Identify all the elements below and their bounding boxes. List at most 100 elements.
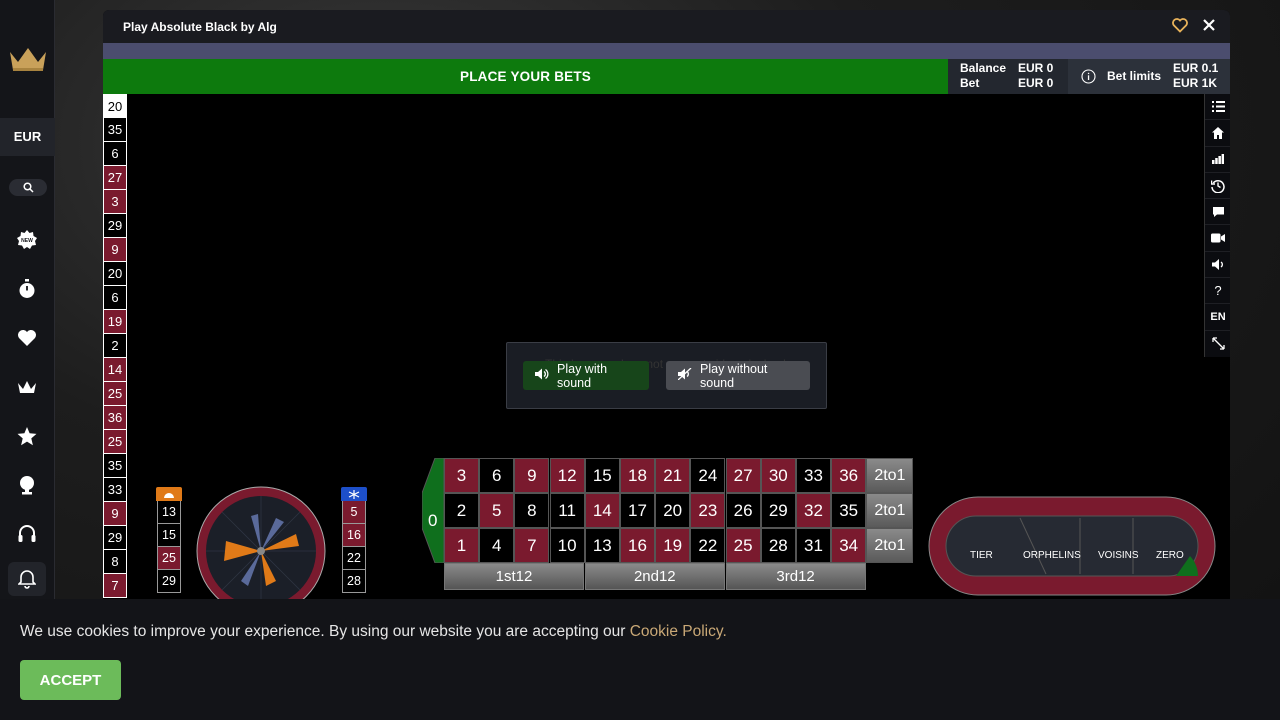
play-without-sound-label: Play without sound	[700, 361, 768, 390]
dozen-bet[interactable]: 2nd12	[584, 563, 725, 590]
number-cell[interactable]: 27	[725, 458, 761, 493]
dozen-bet[interactable]: 3rd12	[725, 563, 866, 590]
wheel-statistics	[196, 486, 326, 600]
cookie-message: We use cookies to improve your experienc…	[20, 623, 630, 640]
number-cell[interactable]: 30	[760, 458, 796, 493]
number-cell[interactable]: 26	[725, 493, 761, 528]
home-icon[interactable]	[1205, 120, 1230, 147]
cold-numbers: 5 16 22 28	[341, 487, 367, 600]
accept-cookies-button[interactable]: ACCEPT	[20, 660, 121, 700]
history-result: 27	[103, 166, 127, 190]
number-cell[interactable]: 11	[549, 493, 585, 528]
column-bet-2to1[interactable]: 2to1	[866, 528, 914, 563]
number-cell[interactable]: 8	[514, 493, 550, 528]
crown-logo-icon[interactable]	[8, 44, 48, 74]
history-result: 35	[103, 454, 127, 478]
history-result: 9	[103, 502, 127, 526]
number-cell[interactable]: 28	[760, 528, 796, 563]
column-bet-2to1[interactable]: 2to1	[866, 458, 914, 493]
history-result: 9	[103, 238, 127, 262]
racetrack[interactable]: TIER ORPHELINS VOISINS ZERO	[928, 496, 1216, 596]
game-window: Play Absolute Black by Alg PLACE YOUR BE…	[103, 10, 1230, 600]
info-icon[interactable]	[1081, 69, 1096, 87]
timer-icon[interactable]	[15, 277, 39, 301]
number-cell[interactable]: 25	[725, 528, 761, 563]
number-cell[interactable]: 29	[760, 493, 796, 528]
number-cell[interactable]: 33	[796, 458, 831, 493]
number-cell[interactable]: 3	[444, 458, 479, 493]
number-cell[interactable]: 5	[479, 493, 515, 528]
racetrack-voisins[interactable]: VOISINS	[1098, 550, 1139, 561]
number-cell[interactable]: 23	[690, 493, 726, 528]
number-cell[interactable]: 17	[620, 493, 655, 528]
number-cell[interactable]: 1	[444, 528, 479, 563]
number-cell[interactable]: 10	[549, 528, 585, 563]
play-with-sound-label: Play with sound	[557, 361, 608, 390]
racetrack-tier[interactable]: TIER	[970, 550, 993, 561]
number-cell[interactable]: 31	[796, 528, 831, 563]
new-badge-icon[interactable]: NEW	[15, 228, 39, 252]
bell-icon[interactable]	[8, 562, 46, 596]
number-cell[interactable]: 36	[831, 458, 867, 493]
headset-icon[interactable]	[15, 522, 39, 546]
currency-selector[interactable]: EUR	[0, 118, 55, 156]
number-cell[interactable]: 13	[584, 528, 620, 563]
number-cell[interactable]: 35	[831, 493, 867, 528]
racetrack-zero[interactable]: ZERO	[1156, 550, 1184, 561]
favorite-heart-icon[interactable]	[1172, 18, 1188, 36]
play-with-sound-button[interactable]: Play with sound	[523, 361, 649, 390]
crown-icon[interactable]	[15, 375, 39, 399]
column-bet-2to1[interactable]: 2to1	[866, 493, 914, 528]
history-result: 33	[103, 478, 127, 502]
number-cell[interactable]: 7	[514, 528, 550, 563]
number-cell[interactable]: 6	[479, 458, 515, 493]
number-cell[interactable]: 2	[444, 493, 479, 528]
racetrack-orphelins[interactable]: ORPHELINS	[1023, 550, 1081, 561]
dozen-bet[interactable]: 1st12	[444, 563, 584, 590]
history-result: 36	[103, 406, 127, 430]
search-icon[interactable]	[9, 179, 47, 196]
number-cell[interactable]: 32	[796, 493, 831, 528]
bet-value: EUR 0	[1018, 76, 1054, 90]
chat-icon[interactable]	[1205, 199, 1230, 226]
hot-numbers: 13 15 25 29	[156, 487, 182, 600]
history-icon[interactable]	[1205, 173, 1230, 200]
close-icon[interactable]	[1202, 18, 1216, 36]
star-icon[interactable]	[15, 424, 39, 448]
number-cell[interactable]: 22	[690, 528, 726, 563]
play-without-sound-button[interactable]: Play without sound	[666, 361, 810, 390]
limit-min: EUR 0.1	[1173, 61, 1219, 75]
number-cell[interactable]: 20	[655, 493, 691, 528]
volume-icon[interactable]	[1205, 252, 1230, 279]
balance-value: EUR 0	[1018, 61, 1054, 75]
statistics-icon[interactable]	[1205, 147, 1230, 173]
number-cell[interactable]: 15	[584, 458, 620, 493]
history-result: 7	[103, 574, 127, 598]
history-result: 29	[103, 526, 127, 550]
number-cell[interactable]: 34	[831, 528, 867, 563]
bet-limits-section[interactable]: Bet limits EUR 0.1 EUR 1K	[1068, 59, 1230, 94]
number-cell[interactable]: 4	[479, 528, 515, 563]
limit-max: EUR 1K	[1173, 76, 1218, 90]
language-selector[interactable]: EN	[1205, 304, 1230, 331]
speaker-on-icon	[535, 368, 549, 383]
fullscreen-icon[interactable]	[1205, 331, 1230, 357]
heart-icon[interactable]	[15, 326, 39, 350]
help-icon[interactable]: ?	[1205, 278, 1230, 305]
history-result: 35	[103, 118, 127, 142]
video-camera-icon[interactable]	[1205, 225, 1230, 252]
cookie-policy-link[interactable]: Cookie Policy.	[630, 623, 727, 640]
number-cell[interactable]: 18	[620, 458, 655, 493]
trophy-icon[interactable]	[15, 473, 39, 497]
number-cell[interactable]: 19	[655, 528, 691, 563]
menu-list-icon[interactable]	[1205, 94, 1230, 121]
number-cell[interactable]: 24	[690, 458, 726, 493]
number-cell[interactable]: 14	[584, 493, 620, 528]
cookie-banner: We use cookies to improve your experienc…	[0, 599, 1280, 720]
cold-snow-icon	[341, 487, 367, 501]
number-cell[interactable]: 9	[514, 458, 550, 493]
history-result: 6	[103, 142, 127, 166]
number-cell[interactable]: 21	[655, 458, 691, 493]
number-cell[interactable]: 16	[620, 528, 655, 563]
number-cell[interactable]: 12	[549, 458, 585, 493]
